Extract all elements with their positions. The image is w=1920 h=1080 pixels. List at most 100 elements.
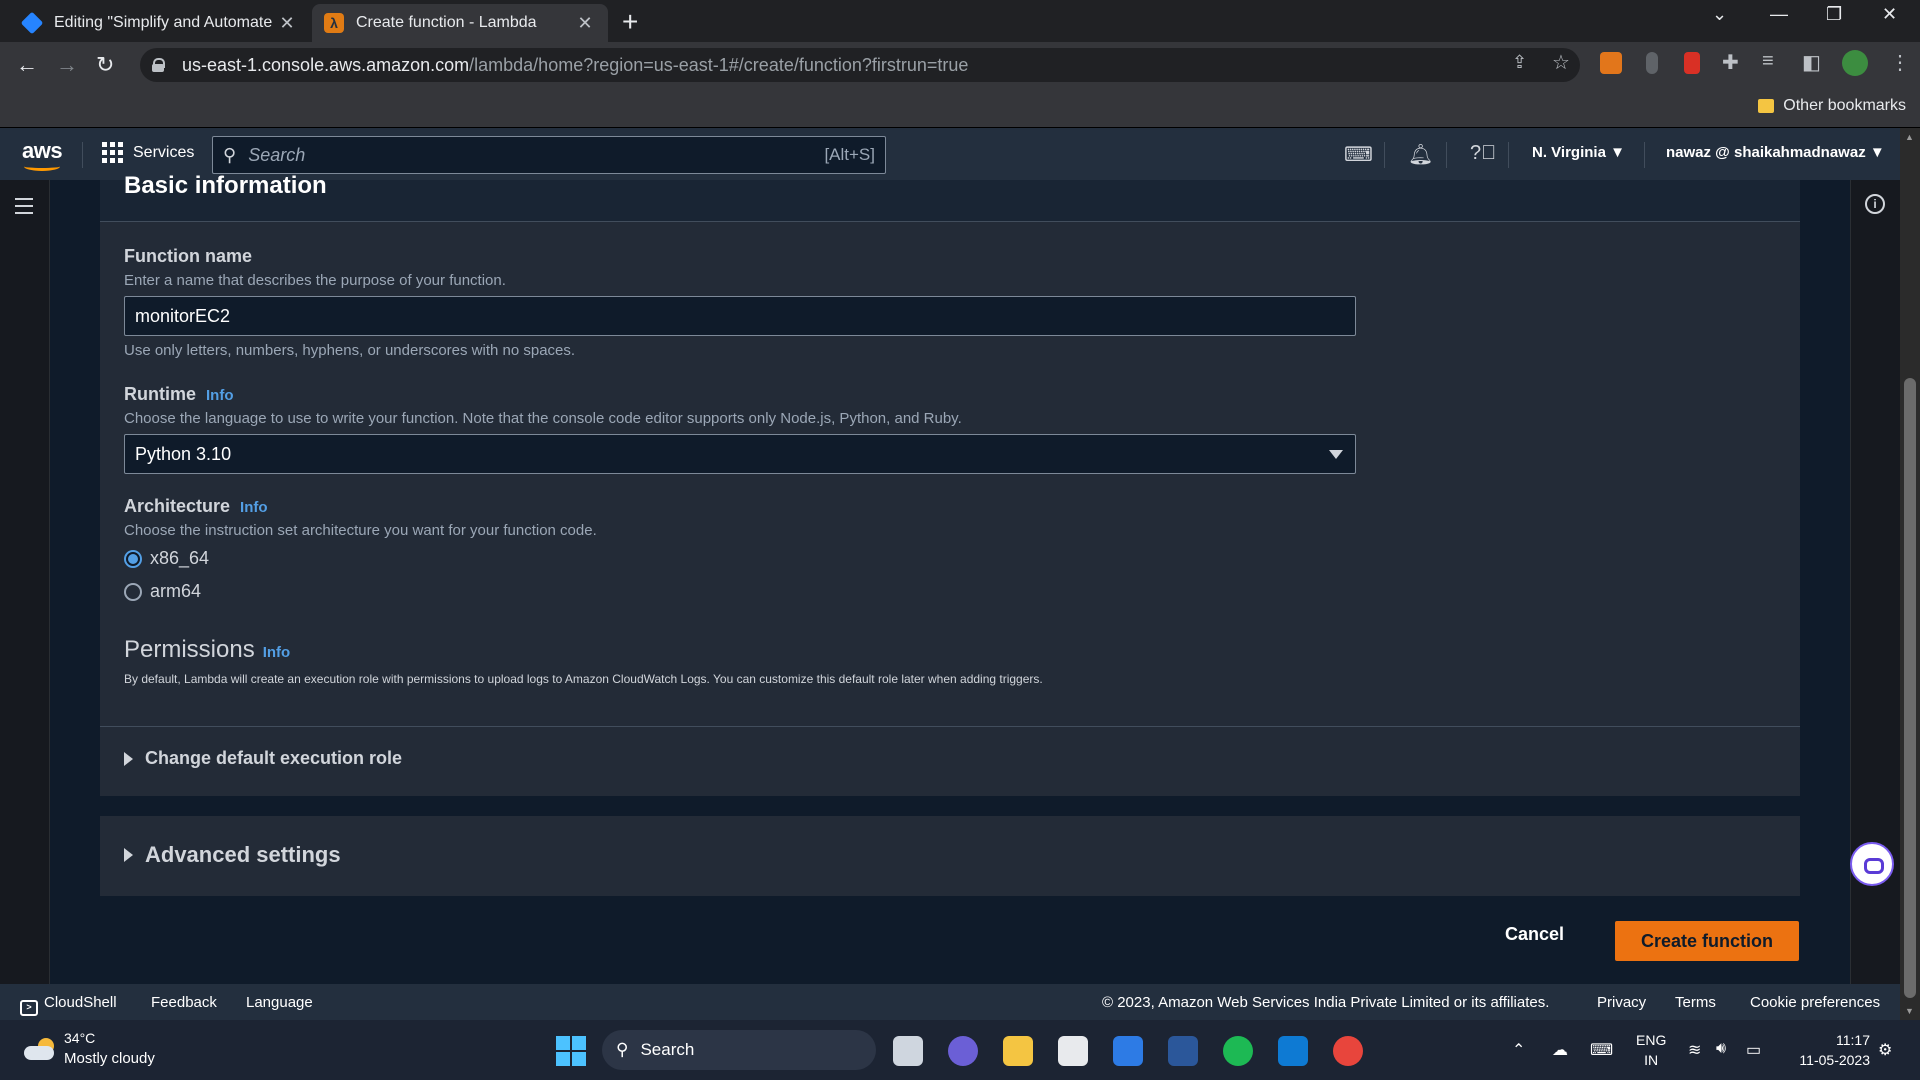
new-tab-icon[interactable]: + bbox=[622, 6, 638, 38]
function-name-label: Function name bbox=[124, 246, 253, 266]
cancel-button[interactable]: Cancel bbox=[1505, 924, 1564, 945]
metamask-extension-icon[interactable] bbox=[1600, 52, 1622, 74]
restore-icon[interactable]: ❐ bbox=[1826, 4, 1842, 25]
lock-icon[interactable] bbox=[152, 58, 165, 72]
cloudshell-icon[interactable]: ⌨ bbox=[1344, 142, 1373, 167]
word-icon[interactable] bbox=[1168, 1036, 1198, 1066]
assistant-icon[interactable] bbox=[1850, 842, 1894, 886]
console-search[interactable]: ⚲ [Alt+S] bbox=[212, 136, 886, 174]
option-label: x86_64 bbox=[150, 548, 210, 568]
page-scrollbar[interactable]: ▲ ▼ bbox=[1900, 128, 1920, 1020]
region-selector[interactable]: N. Virginia ▼ bbox=[1532, 144, 1625, 161]
window-close-icon[interactable]: ✕ bbox=[1882, 4, 1897, 25]
cloudshell-link[interactable]: > CloudShell bbox=[20, 994, 117, 1016]
menu-icon[interactable] bbox=[15, 198, 33, 219]
help-icon[interactable]: ?⃝ bbox=[1470, 142, 1496, 165]
container-header: Basic information bbox=[100, 172, 1800, 222]
basic-information-container: Basic information Function name Enter a … bbox=[100, 172, 1800, 796]
system-clock[interactable]: 11:17 11-05-2023 bbox=[1786, 1030, 1870, 1070]
chrome-icon[interactable] bbox=[1333, 1036, 1363, 1066]
runtime-description: Choose the language to use to write your… bbox=[124, 410, 962, 427]
close-tab-icon[interactable]: ✕ bbox=[574, 13, 596, 34]
services-menu[interactable]: Services bbox=[102, 142, 194, 163]
notifications-bell-icon[interactable]: 🔔︎ bbox=[1408, 142, 1433, 167]
show-hidden-icons-icon[interactable]: ⌃ bbox=[1512, 1040, 1525, 1060]
url-host: us-east-1.console.aws.amazon.com bbox=[182, 54, 470, 75]
cookie-preferences-link[interactable]: Cookie preferences bbox=[1750, 994, 1880, 1011]
scroll-down-icon[interactable]: ▼ bbox=[1905, 1006, 1914, 1016]
expander-label: Advanced settings bbox=[145, 842, 341, 867]
radio-selected[interactable] bbox=[124, 549, 142, 568]
function-name-input[interactable] bbox=[124, 296, 1356, 336]
taskbar-search[interactable]: ⚲ Search bbox=[602, 1030, 876, 1070]
container-background bbox=[100, 816, 1800, 896]
browser-menu-icon[interactable]: ⋮ bbox=[1890, 50, 1910, 75]
search-shortcut: [Alt+S] bbox=[824, 145, 875, 164]
minimize-icon[interactable]: — bbox=[1770, 4, 1788, 25]
media-queue-icon[interactable]: ≡ bbox=[1762, 50, 1774, 73]
architecture-info-link[interactable]: Info bbox=[240, 499, 268, 516]
bookmark-star-icon[interactable]: ☆ bbox=[1552, 50, 1570, 75]
language-link[interactable]: Language bbox=[246, 994, 313, 1011]
todo-icon[interactable] bbox=[1113, 1036, 1143, 1066]
account-menu[interactable]: nawaz @ shaikahmadnawaz ▼ bbox=[1666, 144, 1885, 161]
privacy-link[interactable]: Privacy bbox=[1597, 994, 1646, 1011]
side-panel-icon[interactable]: ◧ bbox=[1802, 50, 1821, 75]
info-panel-icon[interactable]: i bbox=[1865, 194, 1885, 214]
file-explorer-icon[interactable] bbox=[1003, 1036, 1033, 1066]
expander-label: Change default execution role bbox=[145, 748, 403, 768]
side-nav-rail bbox=[0, 180, 50, 984]
weather-icon[interactable] bbox=[24, 1038, 56, 1060]
volume-icon[interactable]: 🔊︎ bbox=[1716, 1040, 1726, 1058]
scroll-up-icon[interactable]: ▲ bbox=[1905, 132, 1914, 142]
browser-tab-confluence[interactable]: Editing "Simplify and Automate / ✕ bbox=[10, 4, 310, 42]
vscode-icon[interactable] bbox=[1278, 1036, 1308, 1066]
section-title: Basic information bbox=[124, 172, 327, 199]
profile-avatar[interactable] bbox=[1842, 50, 1868, 76]
caret-right-icon bbox=[124, 751, 133, 766]
search-input[interactable] bbox=[248, 144, 825, 166]
permissions-info-link[interactable]: Info bbox=[263, 644, 291, 661]
advanced-settings-expander[interactable]: Advanced settings bbox=[124, 842, 341, 868]
url-path: /lambda/home?region=us-east-1#/create/fu… bbox=[469, 54, 969, 75]
permissions-title: Permissions Info bbox=[124, 636, 290, 664]
notifications-icon[interactable]: ⚙ bbox=[1878, 1040, 1892, 1060]
reload-icon[interactable]: ↻ bbox=[96, 52, 114, 78]
create-function-button[interactable]: Create function bbox=[1615, 921, 1799, 961]
password-extension-icon[interactable] bbox=[1684, 52, 1700, 74]
chat-icon[interactable] bbox=[948, 1036, 978, 1066]
runtime-select[interactable]: Python 3.10 bbox=[124, 434, 1356, 474]
close-tab-icon[interactable]: ✕ bbox=[276, 13, 298, 34]
windows-start-icon[interactable] bbox=[556, 1036, 586, 1066]
browser-tab-lambda[interactable]: λ Create function - Lambda ✕ bbox=[312, 4, 608, 42]
battery-icon[interactable]: ▭ bbox=[1746, 1040, 1761, 1060]
runtime-info-link[interactable]: Info bbox=[206, 387, 234, 404]
scroll-thumb[interactable] bbox=[1904, 378, 1916, 998]
share-icon[interactable]: ⇪ bbox=[1512, 52, 1527, 73]
radio-unselected[interactable] bbox=[124, 582, 142, 601]
task-view-icon[interactable] bbox=[893, 1036, 923, 1066]
spotify-icon[interactable] bbox=[1223, 1036, 1253, 1066]
tab-search-icon[interactable]: ⌄ bbox=[1712, 4, 1727, 25]
wifi-icon[interactable]: ≋ bbox=[1688, 1040, 1701, 1060]
microsoft-store-icon[interactable] bbox=[1058, 1036, 1088, 1066]
puzzle-extensions-icon[interactable]: ✚ bbox=[1722, 50, 1739, 75]
onedrive-icon[interactable]: ☁ bbox=[1552, 1040, 1568, 1060]
permissions-title-text: Permissions bbox=[124, 636, 255, 663]
feedback-link[interactable]: Feedback bbox=[151, 994, 217, 1011]
forward-icon[interactable]: → bbox=[56, 52, 78, 78]
folder-icon bbox=[1758, 99, 1774, 113]
console-footer: > CloudShell Feedback Language © 2023, Am… bbox=[0, 984, 1900, 1020]
time: 11:17 bbox=[1836, 1032, 1870, 1048]
back-icon[interactable]: ← bbox=[16, 52, 38, 78]
extension-icon[interactable] bbox=[1646, 52, 1658, 74]
other-bookmarks[interactable]: Other bookmarks bbox=[1783, 97, 1906, 115]
keyboard-icon[interactable]: ⌨ bbox=[1590, 1040, 1613, 1060]
input-language[interactable]: ENG IN bbox=[1636, 1030, 1666, 1070]
architecture-option-x86[interactable]: x86_64 bbox=[124, 548, 209, 569]
url-field[interactable]: us-east-1.console.aws.amazon.com/lambda/… bbox=[140, 48, 1580, 82]
change-execution-role-expander[interactable]: Change default execution role bbox=[124, 748, 402, 769]
terms-link[interactable]: Terms bbox=[1675, 994, 1716, 1011]
architecture-option-arm64[interactable]: arm64 bbox=[124, 581, 201, 602]
aws-logo[interactable]: aws bbox=[22, 138, 63, 171]
